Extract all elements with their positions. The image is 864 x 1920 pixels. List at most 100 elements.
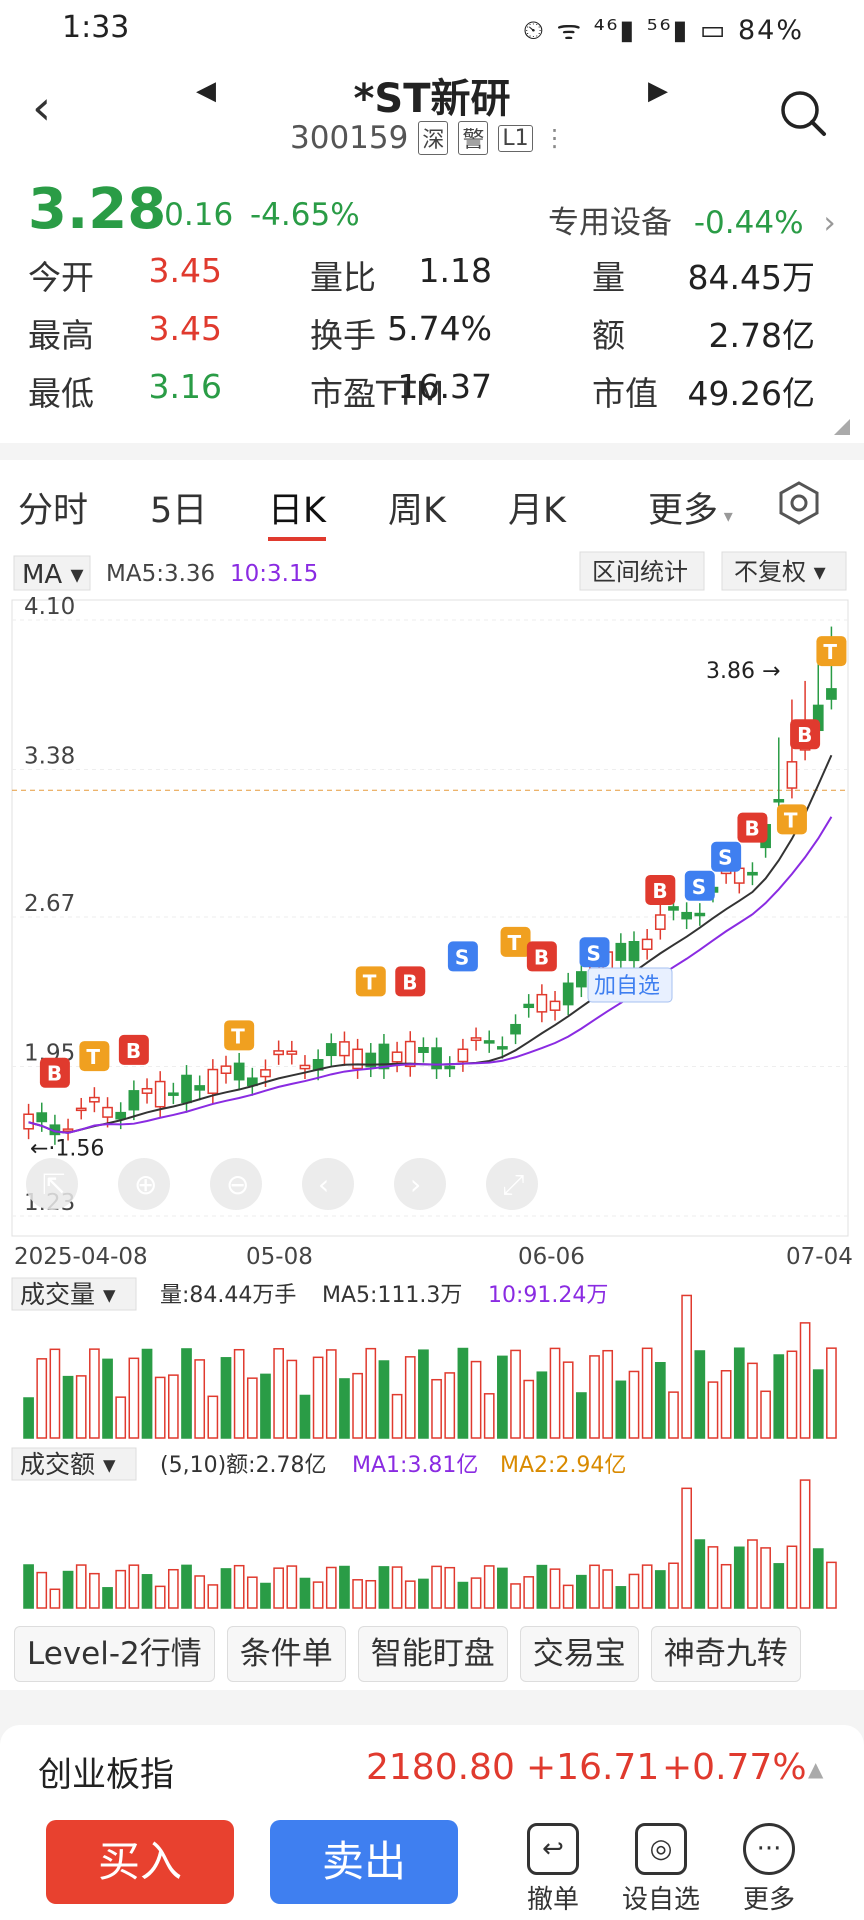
candle-body	[523, 1003, 535, 1009]
amount-bar	[325, 1566, 337, 1609]
signal-badge-text: T	[231, 1024, 245, 1048]
more-button[interactable]: ··· 更多	[724, 1823, 814, 1916]
sector-link[interactable]: 专用设备 -0.44% ›	[548, 197, 836, 242]
expand-up-icon[interactable]: ▲	[808, 1757, 823, 1781]
shortcut-magic-nine[interactable]: 神奇九转	[650, 1626, 801, 1682]
amount-bar	[654, 1570, 666, 1609]
candle-body	[325, 1043, 337, 1057]
tab-daily-k[interactable]: 日K	[268, 482, 326, 541]
next-stock-icon[interactable]: ▶	[648, 76, 668, 106]
amount-bar	[181, 1564, 192, 1609]
amount-bar	[628, 1573, 640, 1609]
candle-body	[167, 1092, 179, 1096]
amount-bar	[62, 1570, 74, 1609]
candle-body	[615, 942, 627, 961]
candle-body	[75, 1107, 87, 1112]
amount-bar	[444, 1566, 456, 1609]
volume-bar	[510, 1349, 521, 1439]
settings-hexagon-icon[interactable]	[776, 480, 822, 526]
volume-bar	[352, 1372, 363, 1439]
amount-bar	[720, 1563, 732, 1609]
stat-label: 换手	[310, 316, 376, 355]
stat-value: -16.37	[385, 367, 492, 406]
candle-body	[510, 1023, 521, 1035]
signal-badge-text: B	[47, 1062, 62, 1086]
shortcut-condition-order[interactable]: 条件单	[226, 1626, 346, 1682]
volume-bar	[207, 1395, 219, 1439]
candle-body	[444, 1065, 456, 1070]
amount-ma1-readout: MA1:3.81亿	[352, 1453, 478, 1478]
amount-bar	[339, 1565, 350, 1609]
amount-bar	[207, 1584, 219, 1609]
ma10-readout: 10:3.15	[230, 561, 318, 587]
amount-bar	[75, 1564, 87, 1609]
cancel-order-button[interactable]: ↩ 撤单	[508, 1823, 598, 1916]
stock-code: 300159	[290, 120, 409, 156]
volume-bar	[431, 1378, 442, 1439]
volume-selector-label: 成交量 ▾	[20, 1280, 116, 1309]
candle-body	[273, 1050, 285, 1056]
quote-panel: 3.28 -0.16 -4.65% 专用设备 -0.44% › 今开 3.45 量比…	[0, 173, 864, 443]
volume-bar	[418, 1349, 429, 1439]
signal-badge-text: B	[402, 970, 417, 994]
candle-body	[575, 971, 587, 988]
expand-corner-icon[interactable]	[834, 419, 850, 435]
signal-badge-text: T	[86, 1045, 100, 1069]
tab-more[interactable]: 更多 ▾	[648, 482, 733, 533]
volume-bar	[299, 1394, 311, 1439]
y-tick-label: 3.38	[24, 744, 75, 770]
page-title: *ST新研	[353, 76, 511, 122]
stat-label: 量	[592, 258, 625, 297]
candle-body	[418, 1046, 429, 1053]
buy-button[interactable]: 买入	[46, 1820, 234, 1904]
volume-bar	[128, 1357, 140, 1439]
candle-body	[339, 1041, 350, 1057]
amount-bar	[286, 1565, 298, 1609]
status-bar: 1:33 ⏲ ᯤ ⁴⁶▮ ⁵⁶▮ ▭ 84%	[0, 0, 864, 58]
sell-button[interactable]: 卖出	[270, 1820, 458, 1904]
candle-body	[668, 906, 679, 911]
candle-body	[220, 1065, 232, 1074]
tab-intraday[interactable]: 分时	[18, 482, 88, 533]
more-label: 更多	[742, 1885, 795, 1915]
amount-bar	[365, 1579, 377, 1609]
amount-bar	[668, 1562, 679, 1609]
search-icon[interactable]	[778, 88, 828, 138]
volume-bar	[273, 1348, 285, 1439]
shortcut-bar: Level-2行情 条件单 智能盯盘 交易宝 神奇九转	[0, 1620, 864, 1690]
add-watchlist-button[interactable]: ◎ 设自选	[616, 1823, 706, 1916]
amount-bar	[575, 1574, 587, 1609]
amount-bar	[510, 1583, 521, 1609]
stat-label: 最低	[28, 374, 94, 413]
tab-weekly-k[interactable]: 周K	[388, 482, 446, 533]
amount-bar	[391, 1566, 403, 1609]
index-name[interactable]: 创业板指	[38, 1747, 174, 1796]
stat-label: 量比	[310, 258, 376, 297]
cancel-order-icon: ↩	[527, 1823, 579, 1875]
stat-value: 2.78亿	[708, 316, 815, 355]
volume-bar	[668, 1391, 679, 1439]
volume-bar	[36, 1358, 48, 1439]
tab-monthly-k[interactable]: 月K	[508, 482, 566, 533]
kline-chart[interactable]: MA ▾ MA5:3.36 10:3.15 区间统计 不复权 ▾ 4.10 3.38 2.67…	[0, 548, 864, 1618]
chart-control-icon: ‹	[318, 1168, 329, 1201]
stat-label: 市值	[592, 374, 658, 413]
shortcut-smart-watch[interactable]: 智能盯盘	[357, 1626, 508, 1682]
more-dots-icon[interactable]: ⋮	[543, 124, 567, 152]
amount-bar	[167, 1568, 179, 1609]
volume-bar	[404, 1356, 416, 1439]
volume-bar	[444, 1372, 456, 1439]
candle-body	[826, 688, 837, 700]
volume-bar	[325, 1349, 337, 1439]
tab-5day[interactable]: 5日	[150, 482, 207, 533]
amount-bar	[641, 1564, 653, 1609]
shortcut-level2[interactable]: Level-2行情	[14, 1626, 215, 1682]
volume-bar	[799, 1322, 811, 1439]
volume-bar	[220, 1357, 232, 1439]
signal-badge-text: T	[784, 808, 798, 832]
candle-body	[497, 1046, 508, 1050]
stat-value: 84.45万	[687, 258, 815, 297]
x-tick-label: 2025-04-08	[14, 1244, 148, 1270]
volume-bar	[733, 1347, 745, 1439]
shortcut-trade-treasure[interactable]: 交易宝	[519, 1626, 639, 1682]
